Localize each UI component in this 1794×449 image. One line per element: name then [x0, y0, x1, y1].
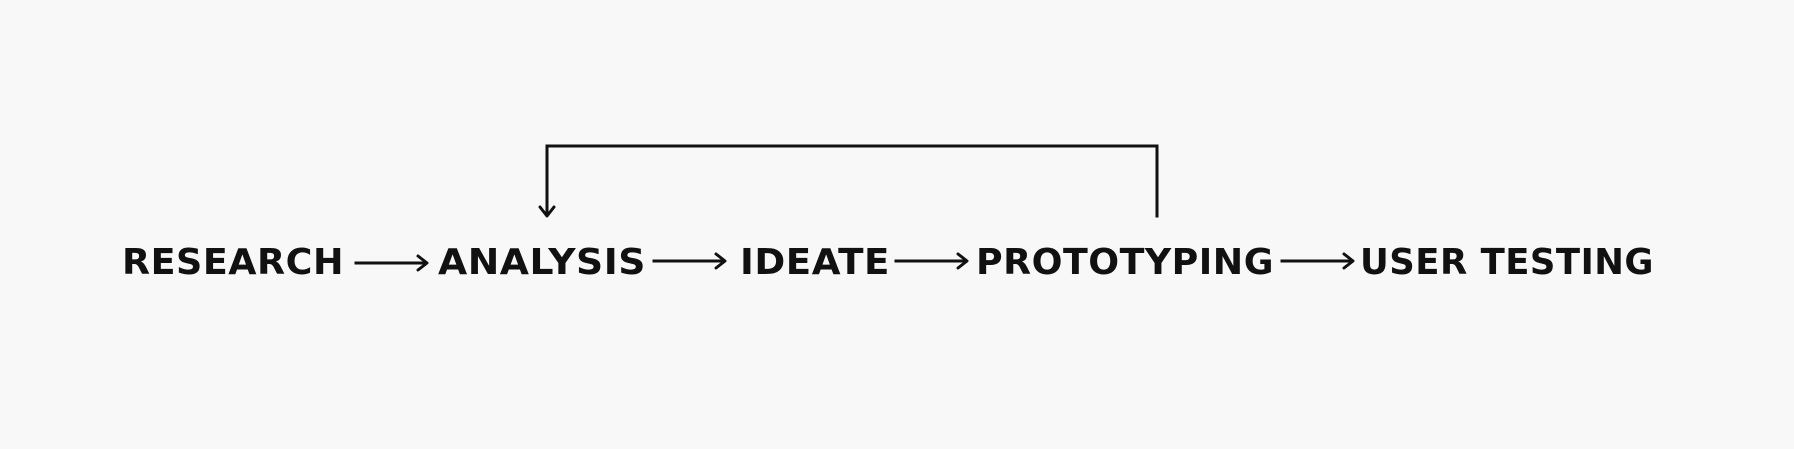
design-process-diagram: RESEARCH ANALYSIS IDEATE PROTOTYPING USE…	[122, 144, 1654, 283]
step-analysis: ANALYSIS	[438, 242, 646, 283]
arrow-analysis-to-ideate	[652, 252, 727, 270]
arrow-prototyping-to-user-testing	[1280, 252, 1355, 270]
step-user-testing: USER TESTING	[1360, 242, 1654, 283]
feedback-loop-arrow-prototyping-to-analysis	[538, 144, 1159, 218]
step-research: RESEARCH	[122, 242, 344, 283]
step-ideate: IDEATE	[740, 242, 890, 283]
arrow-research-to-analysis	[354, 254, 429, 272]
arrow-ideate-to-prototyping	[894, 252, 969, 270]
step-prototyping: PROTOTYPING	[976, 242, 1274, 283]
